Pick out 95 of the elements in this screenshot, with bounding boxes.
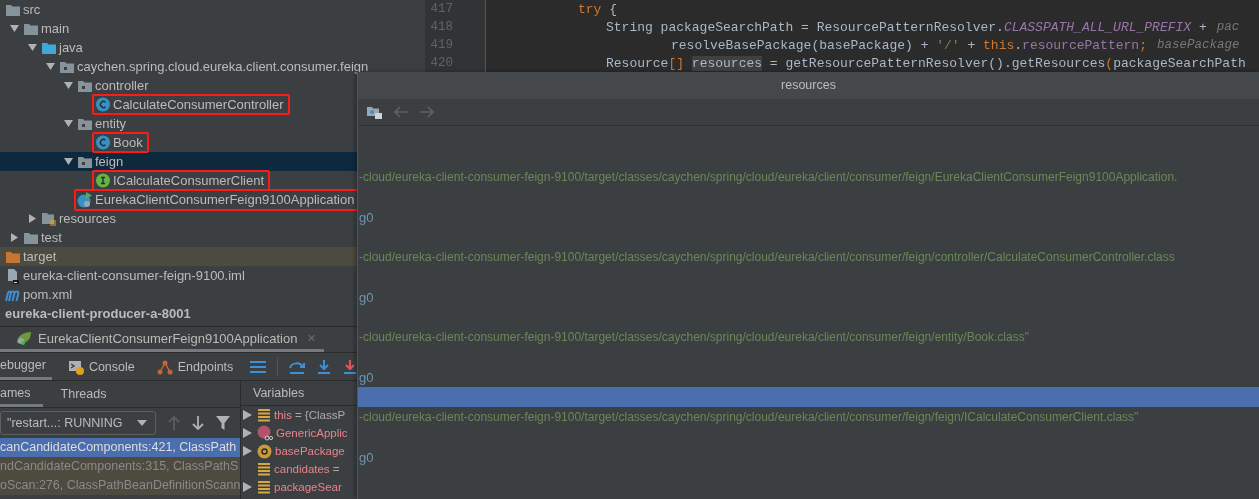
- path-text: -cloud/eureka-client-consumer-feign-9100/target/classes/caychen/spring/cloud/eureka/client/consumer/feign/EurekaClientConsumerFeign9100Application.: [358, 170, 1178, 184]
- thread-dropdown[interactable]: "restart...: RUNNING: [0, 411, 156, 435]
- code-line: resolveBasePackage(basePackage) + '/' + this.resourcePattern;: [671, 37, 1147, 53]
- code-line: try {: [578, 1, 617, 17]
- runnable-class-icon: [77, 191, 93, 208]
- package-folder-icon: [77, 78, 93, 93]
- tree-item[interactable]: eureka-client-consumer-feign-9100.iml: [0, 266, 425, 285]
- tree-item[interactable]: src: [0, 0, 425, 19]
- tree-item-label: controller: [95, 78, 149, 93]
- tree-item-label: target: [23, 249, 57, 264]
- tree-item[interactable]: Book: [0, 133, 425, 152]
- tree-item-label: ICalculateConsumerClient: [113, 173, 264, 188]
- folder-icon: [23, 230, 39, 245]
- expand-triangle-icon[interactable]: [243, 446, 252, 456]
- inlay-hint: basePackage: [1156, 38, 1240, 52]
- tree-item[interactable]: EurekaClientConsumerFeign9100Application: [0, 190, 425, 209]
- class-icon: [95, 135, 111, 150]
- collapse-triangle-icon[interactable]: [28, 214, 37, 223]
- code-line: Resource[] resources = getResourcePatternResolver().getResources(packageSearchPath: [606, 55, 1246, 71]
- package-folder-icon: [59, 59, 75, 74]
- inlay-hint: pac: [1216, 20, 1240, 34]
- variable-value: =: [332, 463, 340, 475]
- step-into-icon[interactable]: [316, 358, 333, 375]
- code-line: String packageSearchPath = ResourcePatternResolver.CLASSPATH_ALL_URL_PREFIX +: [606, 19, 1207, 35]
- collapse-triangle-icon[interactable]: [10, 233, 19, 242]
- expand-triangle-icon[interactable]: [243, 428, 252, 438]
- popup-title: resources: [358, 72, 1259, 99]
- field-icon: [257, 408, 271, 422]
- folder-icon: [23, 21, 39, 36]
- interface-icon: [95, 173, 111, 188]
- expand-triangle-icon[interactable]: [243, 410, 252, 420]
- run-config-tab[interactable]: EurekaClientConsumerFeign9100Application ×: [0, 327, 324, 352]
- path-text: -cloud/eureka-client-consumer-feign-9100/target/classes/caychen/spring/cloud/eureka/client/consumer/feign/feign/ICalculateConsumerClient.class": [358, 410, 1139, 424]
- tree-item-label: pom.xml: [23, 287, 73, 302]
- package-folder-icon: [77, 116, 93, 131]
- expand-triangle-icon[interactable]: [64, 119, 73, 128]
- class-icon: [95, 97, 111, 112]
- tree-item[interactable]: java: [0, 38, 425, 57]
- parameter-icon: [257, 443, 272, 459]
- filter-icon[interactable]: [215, 416, 230, 430]
- value-text: g0: [358, 289, 374, 305]
- folder-icon: [5, 2, 21, 17]
- variable-name: candidates: [274, 463, 330, 475]
- folder-icon: [5, 249, 21, 264]
- path-text: -cloud/eureka-client-consumer-feign-9100/target/classes/caychen/spring/cloud/eureka/client/consumer/feign/entity/Book.class": [358, 330, 1029, 344]
- variable-name: basePackage: [275, 445, 345, 457]
- show-in-tree-icon[interactable]: [366, 104, 382, 120]
- frames-tab[interactable]: Threads: [60, 381, 119, 407]
- tree-item-label: caychen.spring.cloud.eureka.client.consumer.feign: [77, 59, 369, 74]
- tree-item-label: entity: [95, 116, 127, 131]
- resources-folder-icon: [41, 210, 57, 227]
- variable-name: this: [274, 409, 292, 421]
- value-text: g0: [358, 209, 374, 225]
- tree-item-label: feign: [95, 154, 124, 169]
- value-text: g0: [358, 449, 374, 465]
- spring-leaf-icon: [16, 331, 32, 345]
- expand-triangle-icon[interactable]: [28, 43, 37, 52]
- caret-icon: [136, 420, 147, 426]
- tree-item-label: Book: [113, 135, 143, 150]
- tree-item-label: eureka-client-consumer-feign-9100.iml: [23, 268, 245, 283]
- expand-triangle-icon[interactable]: [46, 62, 55, 71]
- tree-item-label: main: [41, 21, 70, 36]
- list-icon[interactable]: [249, 359, 268, 374]
- debug-tab[interactable]: Endpoints: [150, 353, 240, 380]
- expand-triangle-icon[interactable]: [243, 482, 252, 492]
- frames-tab[interactable]: ames: [0, 381, 43, 407]
- tree-item[interactable]: main: [0, 19, 425, 38]
- variable-name: GenericApplic: [276, 427, 348, 439]
- stack-frame[interactable]: canCandidateComponents:421, ClassPath: [0, 438, 240, 457]
- tree-item-label: resources: [59, 211, 117, 226]
- tree-item-label: java: [59, 40, 83, 55]
- variable-name: packageSear: [274, 481, 342, 493]
- expand-triangle-icon[interactable]: [64, 81, 73, 90]
- field-icon: [257, 462, 271, 476]
- tree-item-label: CalculateConsumerController: [113, 97, 284, 112]
- down-arrow-icon[interactable]: [191, 416, 204, 430]
- expand-triangle-icon[interactable]: [64, 157, 73, 166]
- console-icon: [67, 358, 84, 375]
- variable-value: = {ClassP: [294, 409, 346, 421]
- tree-item-label: EurekaClientConsumerFeign9100Application: [95, 192, 355, 207]
- tree-item-label: src: [23, 2, 41, 17]
- expand-triangle-icon[interactable]: [10, 24, 19, 33]
- package-folder-icon: [77, 154, 93, 169]
- debug-tab[interactable]: ebugger: [0, 353, 52, 380]
- force-step-into-icon[interactable]: [342, 358, 359, 375]
- endpoints-icon: [156, 358, 173, 375]
- tree-item-label: eureka-client-producer-a-8001: [5, 306, 191, 321]
- method-icon: [257, 425, 273, 441]
- file-icon: [5, 267, 21, 284]
- folder-icon: [41, 40, 57, 55]
- debug-tab[interactable]: Console: [61, 353, 141, 380]
- tree-item-label: test: [41, 230, 62, 245]
- tree-item[interactable]: test: [0, 228, 425, 247]
- tree-item[interactable]: entity: [0, 114, 425, 133]
- field-icon: [257, 480, 271, 494]
